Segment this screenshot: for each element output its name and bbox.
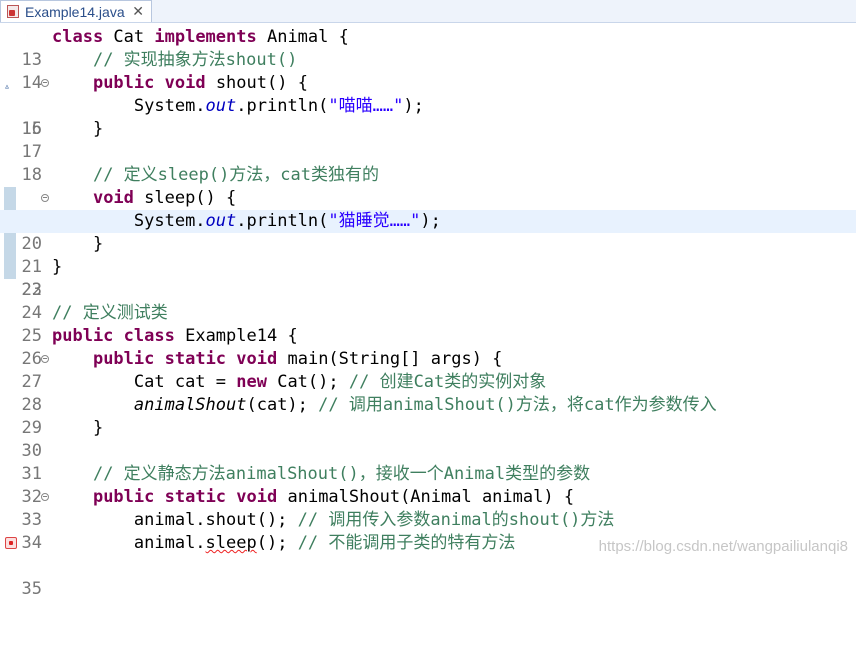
code-line[interactable]: 23 } bbox=[0, 256, 856, 300]
code-text: System.out.println("猫睡觉……"); bbox=[133, 211, 441, 231]
fold-toggle-icon[interactable] bbox=[41, 79, 49, 87]
code-text: System.out.println("喵喵……"); bbox=[133, 96, 424, 116]
code-text: animal.sleep(); // 不能调用子类的特有方法 bbox=[133, 533, 516, 553]
code-line[interactable]: 13 class Cat implements Animal { bbox=[0, 26, 856, 70]
code-line[interactable]: 28 Cat cat = new Cat(); // 创建Cat类的实例对象 bbox=[0, 371, 856, 415]
code-line[interactable]: 26 public class Example14 { bbox=[0, 325, 856, 369]
code-line[interactable]: 20 void sleep() { bbox=[0, 187, 856, 254]
code-line[interactable]: 24 bbox=[0, 279, 856, 323]
code-text: public void shout() { bbox=[92, 73, 308, 93]
code-line[interactable]: 33 public static void animalShout(Animal… bbox=[0, 486, 856, 530]
watermark-text: https://blog.csdn.net/wangpailiulanqi8 bbox=[598, 538, 848, 555]
error-squiggle: sleep bbox=[205, 533, 257, 553]
java-file-error-icon bbox=[7, 5, 19, 18]
code-line[interactable]: 14 // 实现抽象方法shout() bbox=[0, 49, 856, 93]
tab-title: Example14.java bbox=[25, 3, 125, 20]
code-line[interactable]: 25 // 定义测试类 bbox=[0, 302, 856, 346]
code-text: public static void animalShout(Animal an… bbox=[92, 487, 575, 507]
fold-toggle-icon[interactable] bbox=[41, 493, 49, 501]
code-text: // 定义静态方法animalShout()，接收一个Animal类型的参数 bbox=[92, 464, 591, 484]
code-line-current[interactable]: 21 System.out.println("猫睡觉……"); bbox=[0, 210, 856, 277]
line-number: 35 bbox=[21, 579, 42, 599]
code-text: public static void main(String[] args) { bbox=[92, 349, 503, 369]
code-line[interactable]: ▵ 15 public void shout() { bbox=[0, 72, 856, 139]
code-text: void sleep() { bbox=[92, 188, 237, 208]
code-line[interactable]: 36 bbox=[0, 555, 856, 566]
fold-toggle-icon[interactable] bbox=[41, 355, 49, 363]
code-line[interactable]: 32 // 定义静态方法animalShout()，接收一个Animal类型的参… bbox=[0, 463, 856, 507]
code-line[interactable]: 34 animal.shout(); // 调用传入参数animal的shout… bbox=[0, 509, 856, 553]
code-line[interactable]: 22 } bbox=[0, 233, 856, 300]
code-text: Cat cat = new Cat(); // 创建Cat类的实例对象 bbox=[133, 372, 547, 392]
close-tab-icon[interactable]: ✕ bbox=[132, 3, 144, 20]
fold-toggle-icon[interactable] bbox=[41, 194, 49, 202]
code-text: class Cat implements Animal { bbox=[52, 27, 349, 47]
code-text: animal.shout(); // 调用传入参数animal的shout()方… bbox=[133, 510, 615, 530]
code-line[interactable]: 18 bbox=[0, 141, 856, 185]
code-text: // 定义测试类 bbox=[52, 303, 168, 323]
code-text: // 实现抽象方法shout() bbox=[92, 50, 298, 70]
code-line[interactable]: 27 public static void main(String[] args… bbox=[0, 348, 856, 392]
code-line[interactable]: 30 } bbox=[0, 417, 856, 461]
tab-example14-java[interactable]: Example14.java ✕ bbox=[0, 0, 152, 22]
code-text: } bbox=[92, 418, 104, 438]
code-text: } bbox=[52, 257, 63, 277]
code-text: animalShout(cat); // 调用animalShout()方法，将… bbox=[133, 395, 717, 415]
code-text: public class Example14 { bbox=[52, 326, 298, 346]
code-editor[interactable]: 13 class Cat implements Animal { 14 // 实… bbox=[0, 22, 856, 599]
code-line[interactable]: 16 System.out.println("喵喵……"); bbox=[0, 95, 856, 139]
error-marker-icon[interactable] bbox=[5, 537, 17, 549]
code-text: } bbox=[92, 234, 104, 254]
code-line[interactable]: 29 animalShout(cat); // 调用animalShout()方… bbox=[0, 394, 856, 438]
editor-tab-bar: Example14.java ✕ bbox=[0, 0, 856, 23]
code-text: // 定义sleep()方法，cat类独有的 bbox=[92, 165, 380, 185]
code-line[interactable]: 19 // 定义sleep()方法，cat类独有的 bbox=[0, 164, 856, 231]
code-line[interactable]: 31 bbox=[0, 440, 856, 484]
code-line[interactable]: 17 } bbox=[0, 118, 856, 162]
code-text: } bbox=[92, 119, 104, 139]
